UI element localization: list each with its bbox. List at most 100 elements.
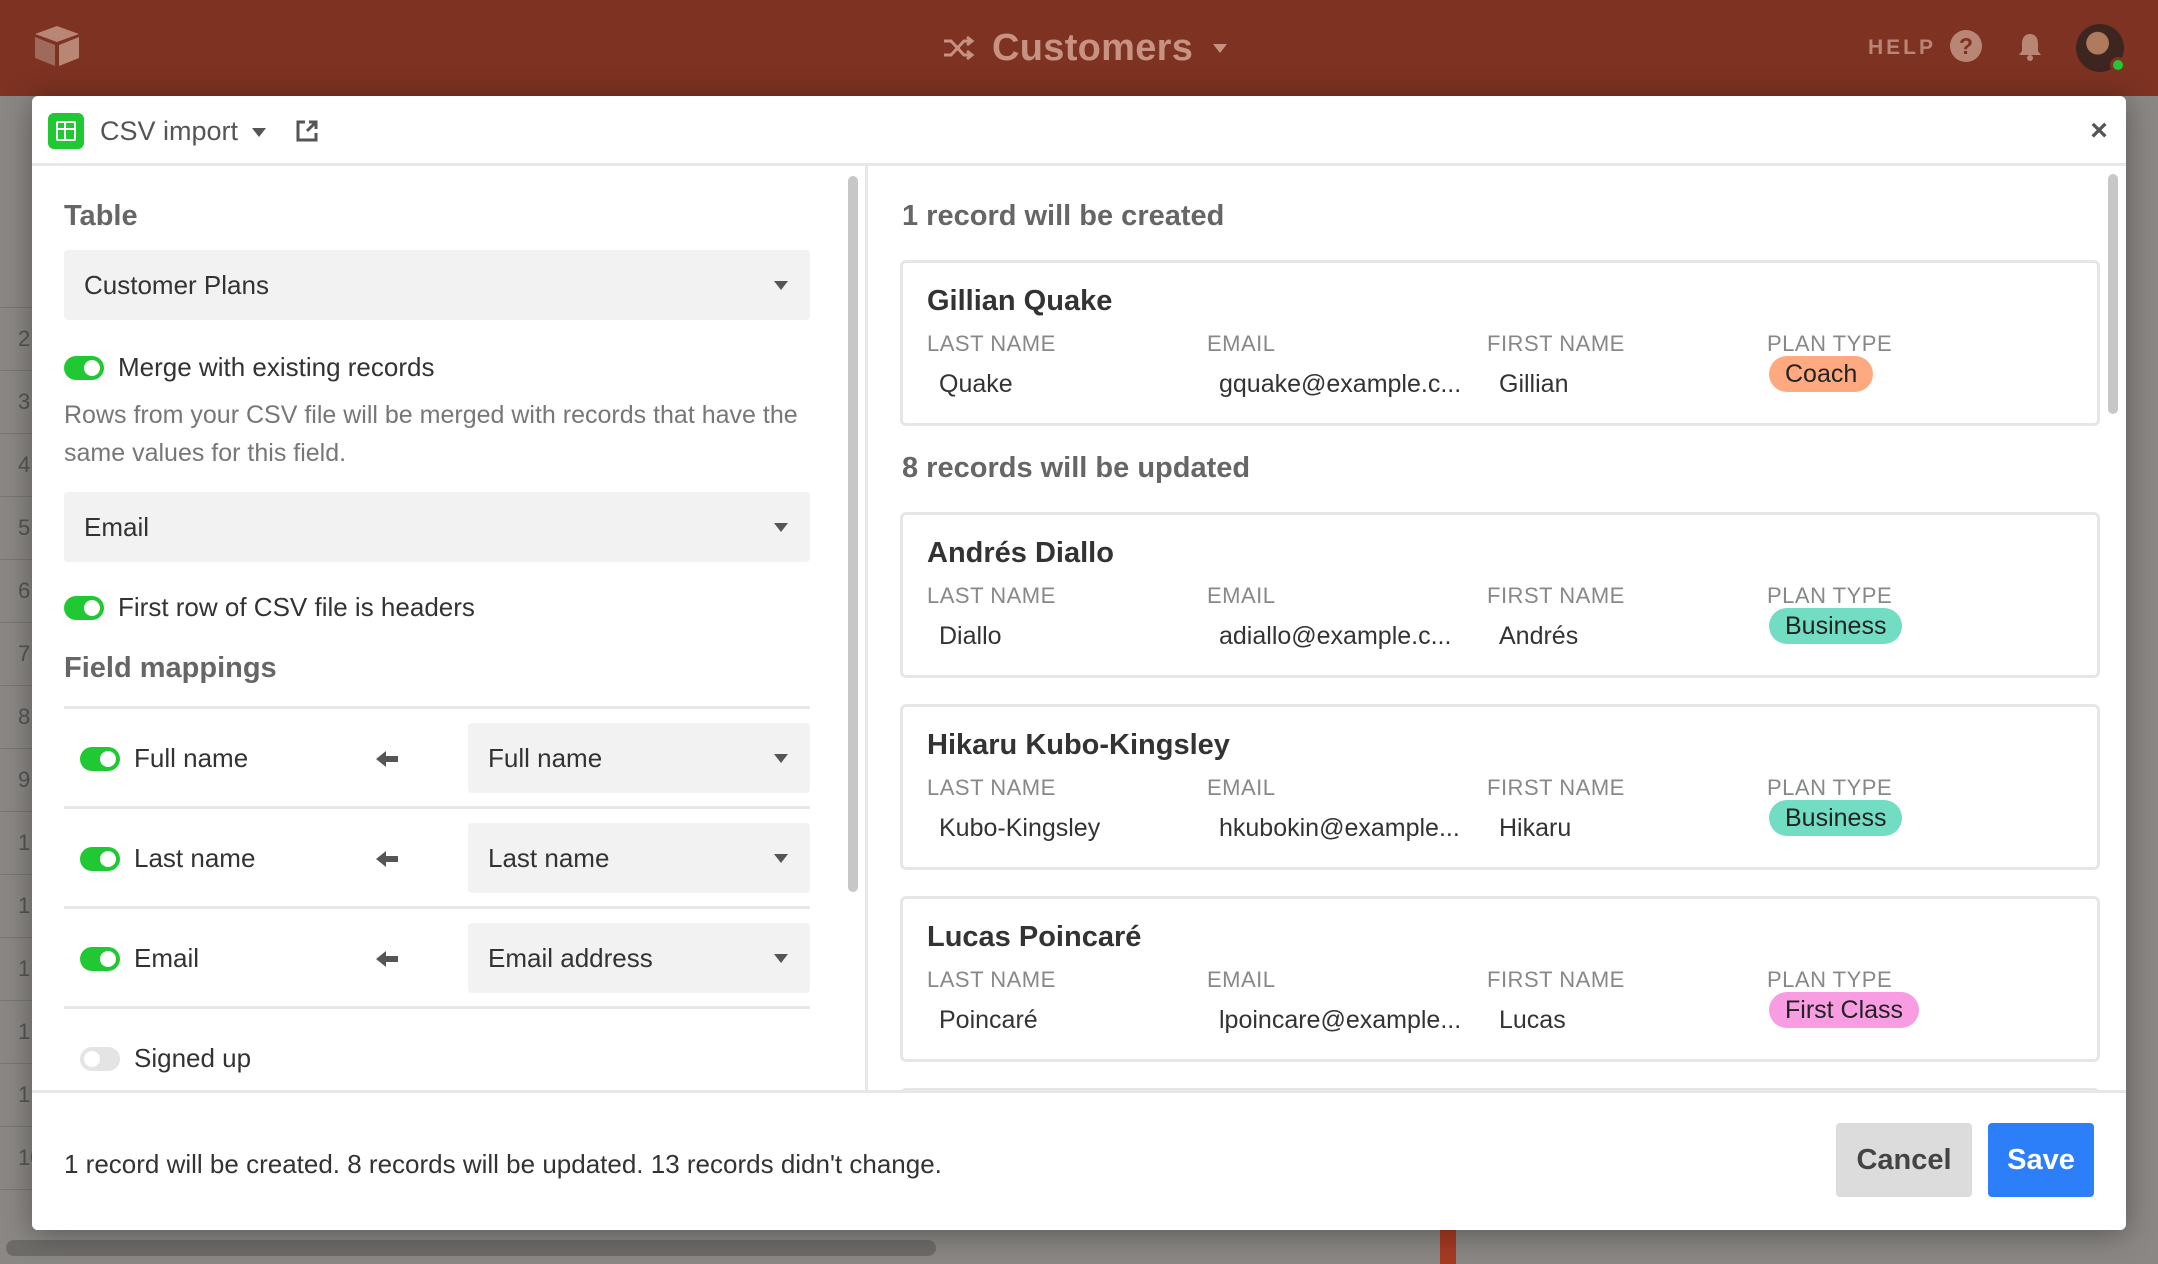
dialog-header: CSV import × bbox=[32, 96, 2126, 166]
preview-scrollbar[interactable] bbox=[2108, 174, 2118, 414]
mapping-toggle[interactable] bbox=[80, 847, 120, 871]
mapping-source-select[interactable]: Email address bbox=[468, 923, 810, 993]
record-card[interactable]: Gillian Quake LAST NAME EMAIL FIRST NAME… bbox=[900, 260, 2100, 426]
field-label: LAST NAME bbox=[927, 967, 1056, 992]
headers-label: First row of CSV file is headers bbox=[118, 592, 475, 622]
background-horizontal-scrollbar[interactable] bbox=[6, 1240, 936, 1256]
row-number: 10 bbox=[0, 1127, 42, 1190]
cancel-button[interactable]: Cancel bbox=[1836, 1123, 1972, 1197]
mapping-toggle[interactable] bbox=[80, 1047, 120, 1071]
plan-type-pill: Coach bbox=[1769, 356, 1874, 392]
record-card[interactable]: Lucas Poincaré LAST NAME EMAIL FIRST NAM… bbox=[900, 896, 2100, 1062]
mapping-row: Full name Full name bbox=[64, 706, 810, 806]
table-select[interactable]: Customer Plans bbox=[64, 250, 810, 320]
mapping-row: Signed up bbox=[64, 1006, 810, 1090]
row-number: 1 bbox=[0, 812, 32, 875]
field-mappings-heading: Field mappings bbox=[64, 652, 277, 684]
field-label: LAST NAME bbox=[927, 331, 1056, 356]
row-number: 4 bbox=[0, 434, 32, 497]
record-card[interactable]: Hikaru Kubo-Kingsley LAST NAME EMAIL FIR… bbox=[900, 704, 2100, 870]
field-label: FIRST NAME bbox=[1487, 331, 1625, 356]
dropdown-caret-icon bbox=[774, 954, 788, 963]
mapping-toggle[interactable] bbox=[80, 947, 120, 971]
first-name-value: Hikaru bbox=[1499, 814, 1572, 842]
field-label: PLAN TYPE bbox=[1767, 775, 1893, 800]
dialog-footer: 1 record will be created. 8 records will… bbox=[32, 1090, 2126, 1230]
merge-field-value: Email bbox=[84, 512, 150, 542]
save-button[interactable]: Save bbox=[1988, 1123, 2094, 1197]
email-value: lpoincare@example... bbox=[1219, 1006, 1462, 1034]
mapping-source-value: Full name bbox=[488, 743, 603, 773]
dialog-title[interactable]: CSV import bbox=[100, 116, 238, 147]
table-select-value: Customer Plans bbox=[84, 270, 269, 300]
csv-import-dialog: CSV import × Table Customer Plans Merge … bbox=[32, 96, 2126, 1230]
first-name-value: Lucas bbox=[1499, 1006, 1566, 1034]
mapping-field-name: Last name bbox=[134, 843, 256, 873]
last-name-value: Poincaré bbox=[939, 1006, 1038, 1034]
row-number: 1 bbox=[0, 938, 32, 1001]
first-name-value: Gillian bbox=[1499, 370, 1569, 398]
row-number: 8 bbox=[0, 686, 32, 749]
mapping-source-select[interactable]: Last name bbox=[468, 823, 810, 893]
merge-toggle[interactable] bbox=[64, 356, 104, 380]
record-name: Hikaru Kubo-Kingsley bbox=[927, 729, 1230, 761]
email-value: hkubokin@example... bbox=[1219, 814, 1460, 842]
headers-toggle[interactable] bbox=[64, 596, 104, 620]
field-label: EMAIL bbox=[1207, 967, 1276, 992]
field-label: EMAIL bbox=[1207, 583, 1276, 608]
help-link[interactable]: HELP bbox=[1868, 36, 1936, 60]
shuffle-icon bbox=[944, 35, 975, 61]
merge-help-text: Rows from your CSV file will be merged w… bbox=[64, 401, 798, 467]
settings-scrollbar[interactable] bbox=[848, 176, 858, 892]
popout-icon[interactable] bbox=[294, 118, 320, 144]
field-label: FIRST NAME bbox=[1487, 775, 1625, 800]
field-label: PLAN TYPE bbox=[1767, 331, 1893, 356]
base-title[interactable]: Customers bbox=[992, 27, 1193, 70]
online-status-dot bbox=[2110, 57, 2126, 73]
record-name: Lucas Poincaré bbox=[927, 921, 1142, 953]
first-name-value: Andrés bbox=[1499, 622, 1579, 650]
row-number: 1 bbox=[0, 1064, 32, 1127]
field-label: PLAN TYPE bbox=[1767, 967, 1893, 992]
mapping-source-value: Email address bbox=[488, 943, 653, 973]
spreadsheet-icon bbox=[48, 113, 84, 149]
background-cell-accent bbox=[1440, 1230, 1456, 1264]
import-settings-panel: Table Customer Plans Merge with existing… bbox=[32, 166, 868, 1090]
field-label: EMAIL bbox=[1207, 775, 1276, 800]
chevron-down-icon[interactable] bbox=[1213, 43, 1228, 53]
top-app-bar: Customers HELP ? bbox=[0, 0, 2158, 96]
dropdown-caret-icon[interactable] bbox=[252, 128, 266, 137]
merge-label: Merge with existing records bbox=[118, 352, 435, 382]
field-label: FIRST NAME bbox=[1487, 583, 1625, 608]
dropdown-caret-icon bbox=[774, 523, 788, 532]
app-logo-icon[interactable] bbox=[32, 24, 82, 68]
dropdown-caret-icon bbox=[774, 754, 788, 763]
field-label: LAST NAME bbox=[927, 775, 1056, 800]
row-number: 1 bbox=[0, 1001, 32, 1064]
plan-type-pill: Business bbox=[1769, 608, 1903, 644]
close-icon[interactable]: × bbox=[2084, 116, 2114, 146]
table-heading: Table bbox=[64, 200, 138, 232]
mapping-toggle[interactable] bbox=[80, 747, 120, 771]
help-icon[interactable]: ? bbox=[1950, 30, 1982, 62]
dropdown-caret-icon bbox=[774, 281, 788, 290]
row-number: 5 bbox=[0, 497, 32, 560]
row-number: 2 bbox=[0, 308, 32, 371]
row-number bbox=[0, 245, 32, 308]
field-label: PLAN TYPE bbox=[1767, 583, 1893, 608]
field-label: FIRST NAME bbox=[1487, 967, 1625, 992]
email-value: gquake@example.c... bbox=[1219, 370, 1462, 398]
row-number: 1 bbox=[0, 875, 32, 938]
base-title-area[interactable]: Customers bbox=[940, 22, 1228, 74]
created-heading: 1 record will be created bbox=[902, 200, 1225, 232]
field-label: LAST NAME bbox=[927, 583, 1056, 608]
merge-field-select[interactable]: Email bbox=[64, 492, 810, 562]
record-card[interactable]: Andrés Diallo LAST NAME EMAIL FIRST NAME… bbox=[900, 512, 2100, 678]
mapping-row: Email Email address bbox=[64, 906, 810, 1006]
import-preview-panel: 1 record will be created Gillian Quake L… bbox=[868, 166, 2126, 1090]
record-name: Gillian Quake bbox=[927, 285, 1113, 317]
mapping-source-value: Last name bbox=[488, 843, 610, 873]
arrow-left-icon bbox=[376, 951, 398, 967]
bell-icon[interactable] bbox=[2014, 30, 2046, 62]
mapping-source-select[interactable]: Full name bbox=[468, 723, 810, 793]
